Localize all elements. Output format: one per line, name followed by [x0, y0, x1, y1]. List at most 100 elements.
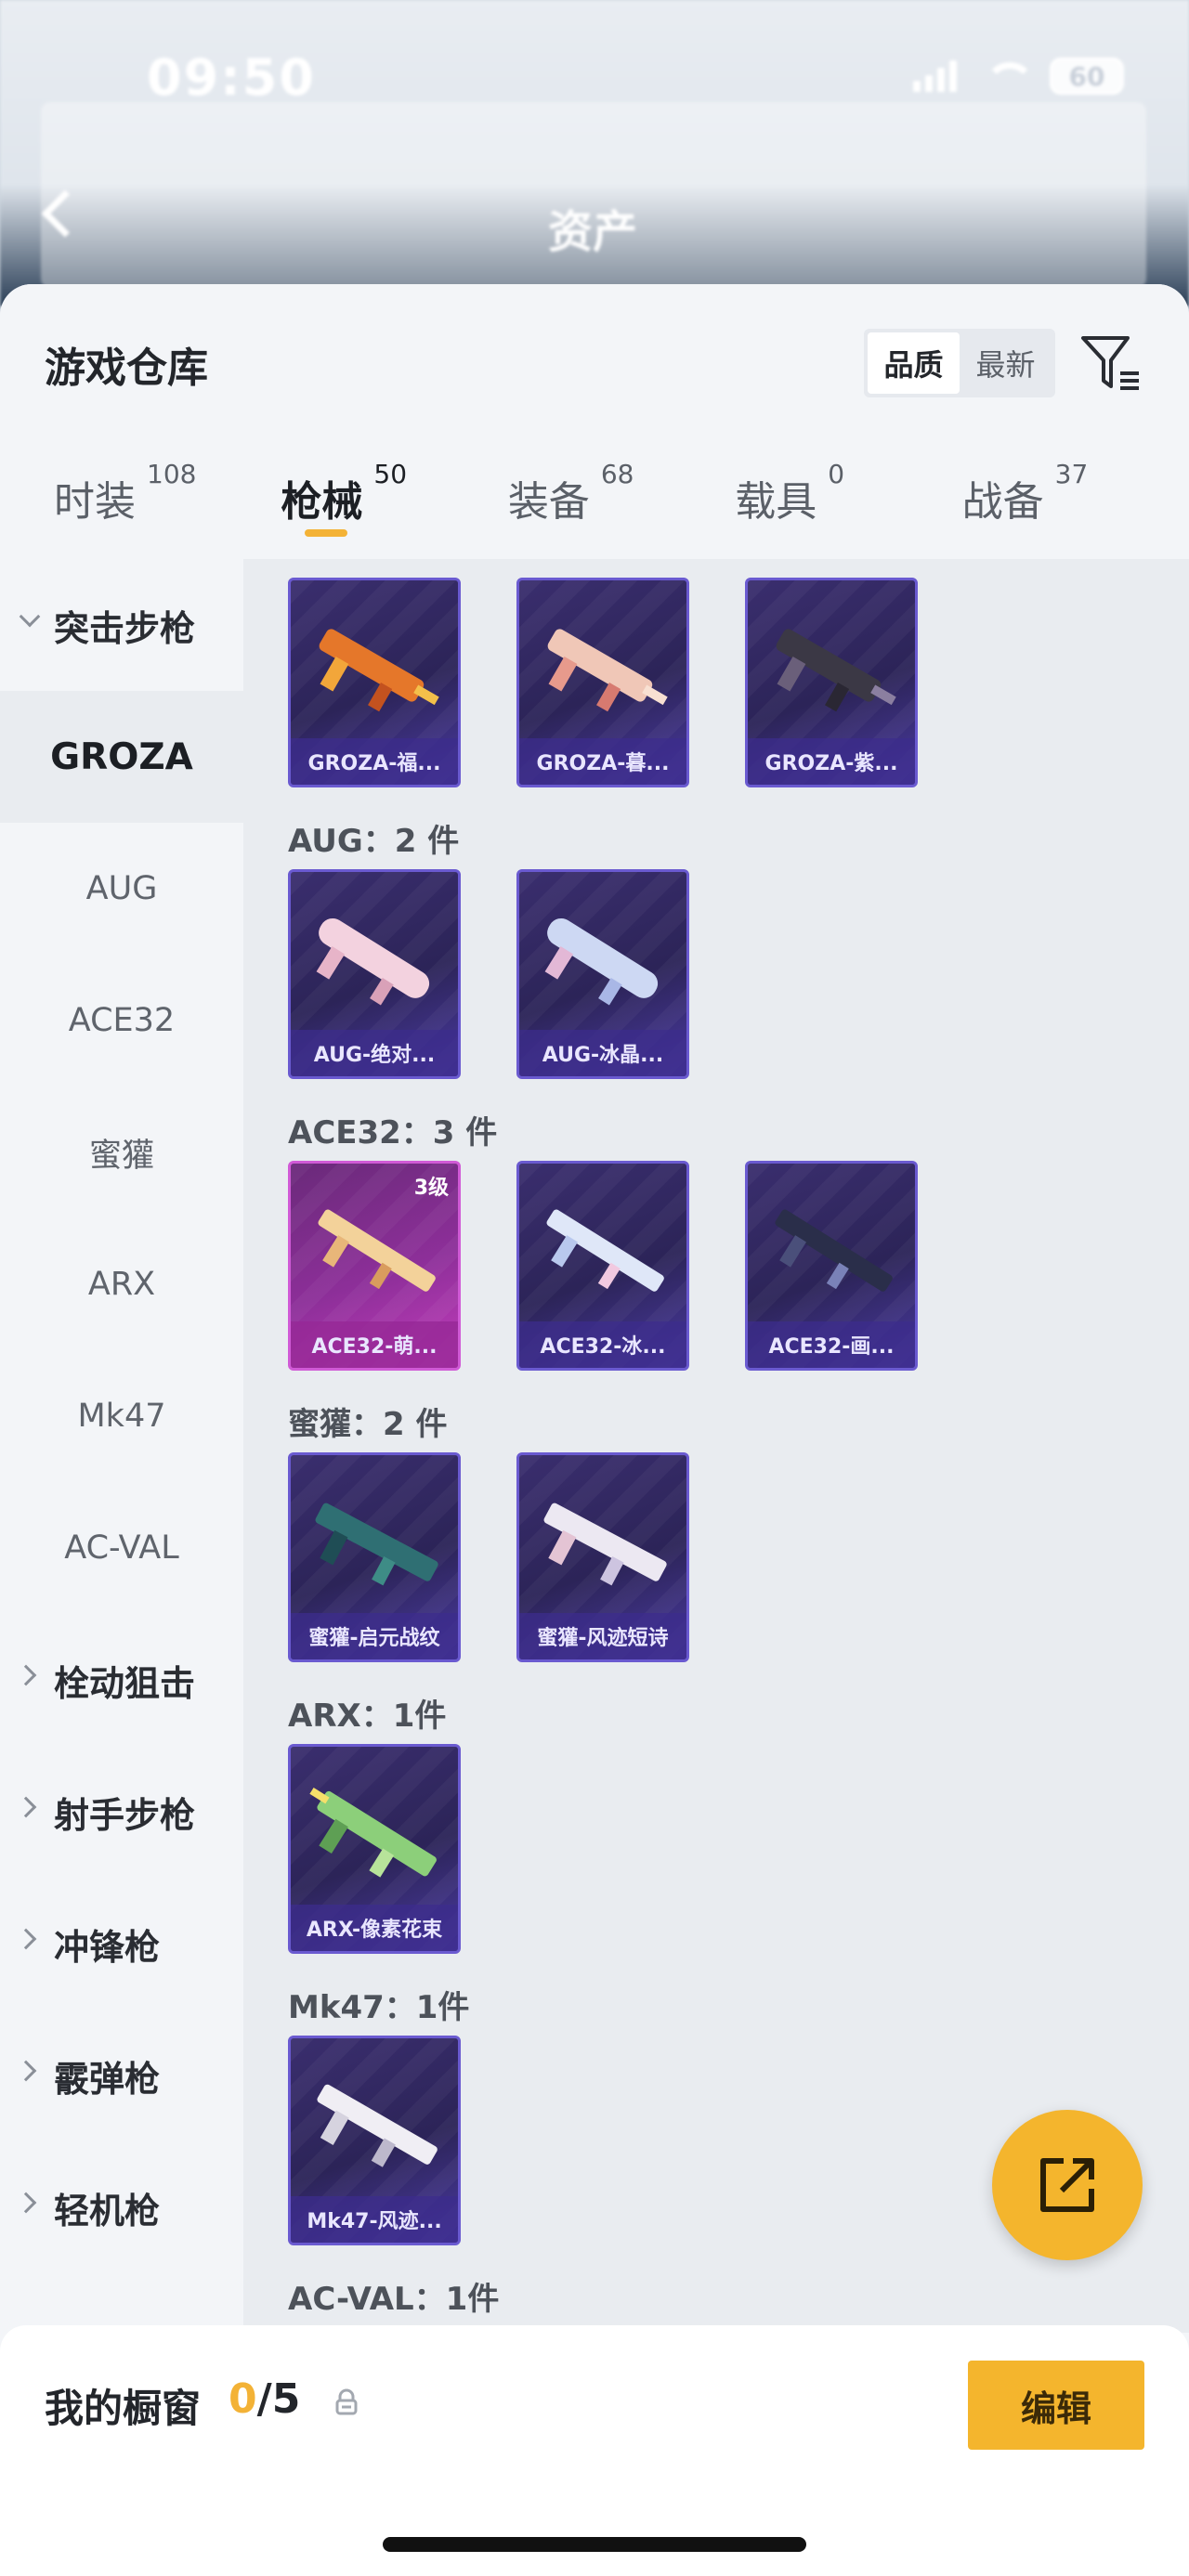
group-title-acval: AC-VAL：1件	[288, 2281, 500, 2318]
tab-count: 108	[147, 459, 197, 489]
sidebar-category-assault-rifle[interactable]: 突击步枪	[0, 559, 243, 691]
skin-card[interactable]: AUG-冰晶...	[516, 869, 689, 1079]
sidebar-category-label: 轻机枪	[54, 2190, 161, 2231]
weapon-image	[543, 1503, 667, 1586]
showcase-title: 我的橱窗	[45, 2386, 202, 2431]
sidebar-item-honeybadger[interactable]: 蜜獾	[0, 1086, 243, 1218]
tab-label: 枪械	[281, 478, 363, 526]
skin-card[interactable]: GROZA-紫...	[745, 578, 918, 787]
group-title-arx: ARX：1件	[288, 1698, 447, 1735]
showcase-total: /5	[256, 2375, 301, 2423]
battery-icon: 60	[1050, 58, 1124, 95]
sheet-header: 游戏仓库 品质 最新 时装 108 枪械 50 装备 68 载具 0 战备 37	[0, 284, 1189, 563]
lock-icon	[335, 2388, 358, 2415]
skin-name: ACE32-萌...	[291, 1321, 458, 1368]
weapon-image	[544, 917, 659, 1006]
weapon-image	[316, 917, 430, 1006]
chevron-right-icon	[15, 2192, 37, 2214]
sidebar-category-label: 冲锋枪	[54, 1926, 161, 1968]
tab-active-indicator	[305, 529, 348, 537]
weapon-image	[315, 1503, 438, 1586]
skin-card[interactable]: GROZA-暮...	[516, 578, 689, 787]
home-indicator	[383, 2537, 806, 2552]
chevron-right-icon	[15, 1928, 37, 1950]
weapon-image	[318, 1209, 436, 1292]
skin-card[interactable]: ACE32-画...	[745, 1161, 918, 1371]
tab-firearms[interactable]: 枪械 50	[281, 459, 507, 552]
weapon-image	[547, 629, 668, 712]
tab-count: 37	[1054, 459, 1089, 489]
skin-name: ACE32-冰...	[519, 1321, 686, 1368]
sidebar-item-ace32[interactable]: ACE32	[0, 955, 243, 1086]
showcase-count: 0/5	[229, 2375, 300, 2423]
sheet-title: 游戏仓库	[45, 345, 208, 392]
sidebar-category-marksman[interactable]: 射手步枪	[0, 1746, 243, 1878]
skin-name: AUG-绝对...	[291, 1030, 458, 1076]
showcase-current: 0	[229, 2375, 257, 2423]
tab-label: 装备	[507, 478, 590, 526]
sidebar-category-bolt-sniper[interactable]: 栓动狙击	[0, 1614, 243, 1746]
group-title-honeybadger: 蜜獾：2 件	[288, 1406, 448, 1443]
tab-fashion[interactable]: 时装 108	[54, 459, 281, 552]
skin-name: Mk47-风迹...	[291, 2196, 458, 2243]
sidebar-category-shotgun[interactable]: 霰弹枪	[0, 2010, 243, 2141]
skin-card[interactable]: 蜜獾-风迹短诗	[516, 1452, 689, 1662]
status-time: 09:50	[147, 48, 316, 107]
weapon-image	[546, 1209, 664, 1292]
skin-name: ACE32-画...	[748, 1321, 915, 1368]
skin-card[interactable]: 3级 ACE32-萌...	[288, 1161, 461, 1371]
tab-label: 载具	[735, 478, 817, 526]
skin-card[interactable]: ARX-像素花束	[288, 1744, 461, 1954]
skin-name: GROZA-紫...	[748, 738, 915, 785]
tab-label: 时装	[54, 478, 136, 526]
wifi-icon	[983, 60, 1035, 92]
group-title-aug: AUG：2 件	[288, 823, 460, 860]
skin-card[interactable]: AUG-绝对...	[288, 869, 461, 1079]
nav-title: 资产	[548, 206, 638, 258]
skin-card[interactable]: GROZA-福...	[288, 578, 461, 787]
tab-label: 战备	[961, 478, 1044, 526]
background-header: 09:50 60 资产	[0, 0, 1189, 306]
group-title-ace32: ACE32：3 件	[288, 1114, 498, 1151]
edit-button[interactable]: 编辑	[968, 2361, 1144, 2450]
sidebar-item-aug[interactable]: AUG	[0, 823, 243, 955]
skin-name: AUG-冰晶...	[519, 1030, 686, 1076]
sidebar-item-arx[interactable]: ARX	[0, 1218, 243, 1350]
skin-card[interactable]: Mk47-风迹...	[288, 2036, 461, 2245]
sidebar-category-label: 霰弹枪	[54, 2058, 161, 2100]
sidebar-item-groza[interactable]: GROZA	[0, 691, 243, 823]
tab-count: 50	[373, 459, 408, 489]
skin-name: GROZA-福...	[291, 738, 458, 785]
weapon-image	[319, 629, 439, 712]
weapon-sidebar: 突击步枪 GROZA AUG ACE32 蜜獾 ARX Mk47 AC-VAL …	[0, 559, 243, 2333]
share-button[interactable]	[992, 2110, 1143, 2260]
chevron-right-icon	[15, 2060, 37, 2082]
skin-name: 蜜獾-启元战纹	[291, 1613, 458, 1659]
skin-card[interactable]: ACE32-冰...	[516, 1161, 689, 1371]
sort-quality-button[interactable]: 品质	[868, 332, 960, 394]
sidebar-category-label: 栓动狙击	[54, 1662, 196, 1704]
tab-count: 68	[600, 459, 634, 489]
skin-name: GROZA-暮...	[519, 738, 686, 785]
chevron-right-icon	[15, 1796, 37, 1818]
sidebar-category-lmg[interactable]: 轻机枪	[0, 2141, 243, 2273]
group-title-mk47: Mk47：1件	[288, 1989, 470, 2026]
signal-icon	[913, 60, 957, 92]
skin-card[interactable]: 蜜獾-启元战纹	[288, 1452, 461, 1662]
chevron-down-icon	[19, 605, 41, 628]
chevron-right-icon	[15, 1664, 37, 1686]
filter-icon[interactable]	[1079, 334, 1143, 394]
tab-vehicles[interactable]: 载具 0	[735, 459, 961, 552]
external-link-icon	[1040, 2158, 1094, 2212]
skin-name: 蜜獾-风迹短诗	[519, 1613, 686, 1659]
sidebar-category-label: 突击步枪	[54, 607, 196, 649]
tab-supplies[interactable]: 战备 37	[962, 459, 1189, 552]
sort-latest-button[interactable]: 最新	[960, 332, 1052, 394]
sidebar-category-smg[interactable]: 冲锋枪	[0, 1878, 243, 2010]
tab-equipment[interactable]: 装备 68	[508, 459, 735, 552]
weapon-grid: GROZA-福... GROZA-暮... GROZA-紫... AUG：2 件…	[243, 559, 1189, 2333]
skin-name: ARX-像素花束	[291, 1905, 458, 1951]
sidebar-item-mk47[interactable]: Mk47	[0, 1350, 243, 1482]
sidebar-category-label: 射手步枪	[54, 1794, 196, 1836]
sidebar-item-acval[interactable]: AC-VAL	[0, 1482, 243, 1614]
